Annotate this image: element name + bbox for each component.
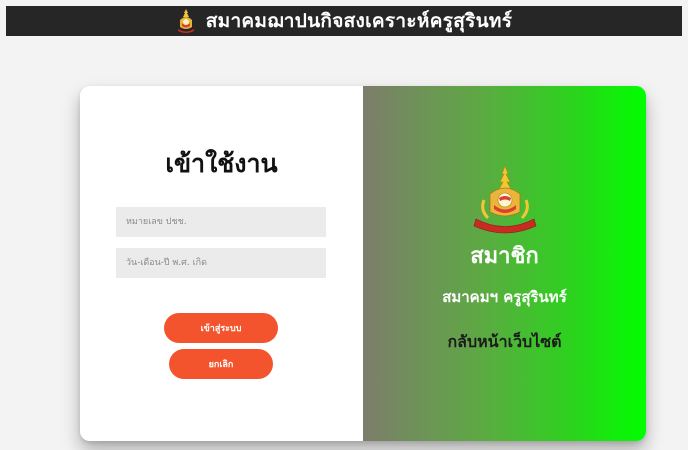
member-title: สมาชิก	[470, 244, 539, 269]
login-card: เข้าใช้งาน เข้าสู่ระบบ ยกเลิก สมาชิก สมา…	[80, 86, 646, 441]
association-emblem-icon	[473, 165, 537, 234]
association-name: สมาคมฯ ครูสุรินทร์	[442, 288, 567, 306]
cancel-button[interactable]: ยกเลิก	[169, 349, 273, 379]
login-heading: เข้าใช้งาน	[165, 149, 278, 178]
login-panel: เข้าใช้งาน เข้าสู่ระบบ ยกเลิก	[80, 86, 363, 441]
header-bar: สมาคมฌาปนกิจสงเคราะห์ครูสุรินทร์	[6, 6, 682, 36]
birthdate-input[interactable]	[116, 248, 326, 278]
member-panel: สมาชิก สมาคมฯ ครูสุรินทร์ กลับหน้าเว็บไซ…	[363, 86, 646, 441]
back-to-website-link[interactable]: กลับหน้าเว็บไซต์	[363, 330, 646, 355]
site-title: สมาคมฌาปนกิจสงเคราะห์ครูสุรินทร์	[205, 10, 513, 32]
login-button[interactable]: เข้าสู่ระบบ	[164, 313, 278, 343]
association-emblem-icon	[177, 9, 194, 33]
id-number-input[interactable]	[116, 207, 326, 237]
